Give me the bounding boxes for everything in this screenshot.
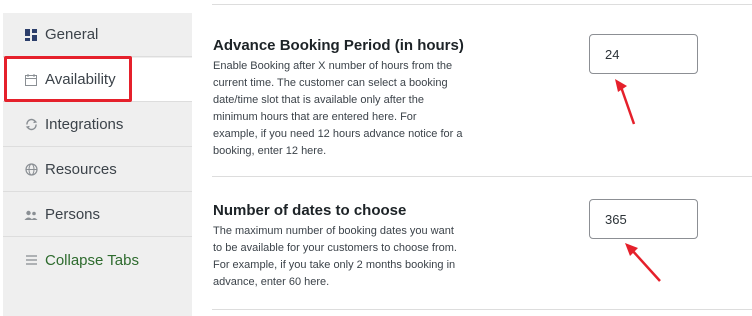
- globe-icon: [23, 162, 39, 178]
- tab-collapse[interactable]: Collapse Tabs: [3, 238, 192, 282]
- bottom-divider: [212, 309, 752, 310]
- arrow-to-dates-input-icon: [625, 243, 661, 282]
- section-divider: [212, 176, 752, 177]
- top-divider: [212, 4, 752, 5]
- tab-collapse-label: Collapse Tabs: [45, 251, 139, 269]
- tab-general[interactable]: General: [3, 13, 192, 57]
- sync-icon: [23, 117, 39, 133]
- tab-integrations[interactable]: Integrations: [3, 103, 192, 147]
- people-icon: [23, 207, 39, 223]
- tab-persons[interactable]: Persons: [3, 193, 192, 237]
- menu-icon: [23, 252, 39, 268]
- arrow-to-advance-booking-icon: [615, 79, 636, 125]
- advance-booking-description: Enable Booking after X number of hours f…: [213, 60, 463, 157]
- tab-resources[interactable]: Resources: [3, 148, 192, 192]
- advance-booking-title: Advance Booking Period (in hours): [213, 37, 464, 54]
- settings-panel: Advance Booking Period (in hours) Enable…: [192, 0, 752, 316]
- availability-highlight-box: [4, 56, 132, 102]
- tab-persons-label: Persons: [45, 206, 101, 223]
- dates-to-choose-title: Number of dates to choose: [213, 202, 407, 219]
- dates-to-choose-description: The maximum number of booking dates you …: [213, 225, 457, 288]
- tab-general-label: General: [45, 26, 99, 43]
- tab-resources-label: Resources: [45, 161, 117, 178]
- grid-icon: [23, 27, 39, 43]
- dates-to-choose-input[interactable]: [589, 199, 698, 239]
- tab-integrations-label: Integrations: [45, 116, 124, 133]
- advance-booking-input[interactable]: [589, 34, 698, 74]
